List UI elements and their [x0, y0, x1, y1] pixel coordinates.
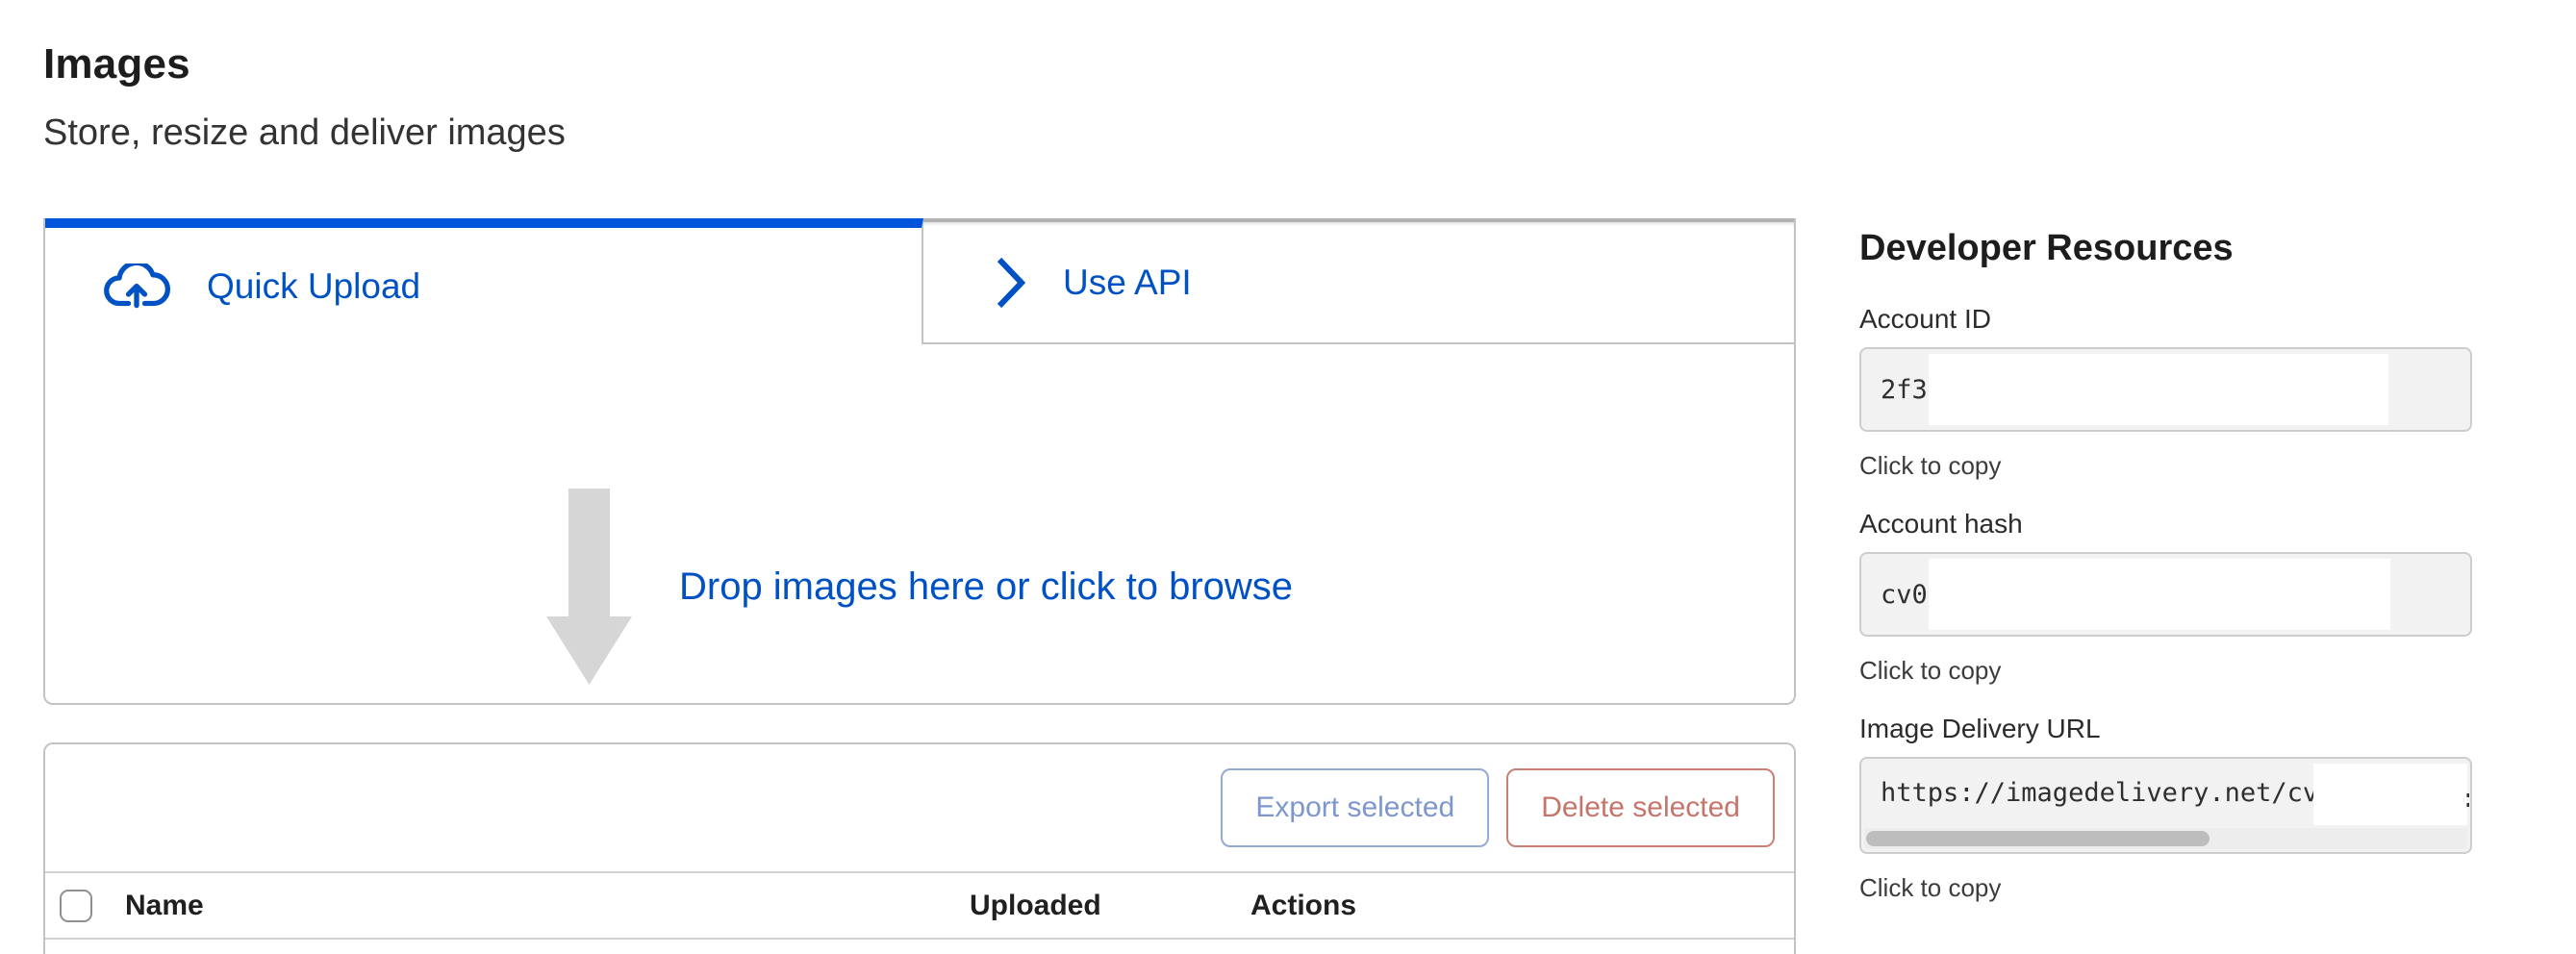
- tab-quick-upload-label: Quick Upload: [207, 266, 420, 307]
- page-title: Images: [43, 40, 190, 88]
- tab-use-api-label: Use API: [1063, 263, 1192, 303]
- horizontal-scrollbar-thumb[interactable]: [1866, 831, 2210, 846]
- image-delivery-url-value: https://imagedelivery.net/cv0JSj: [1881, 778, 2381, 808]
- account-hash-field: Account hash cv0J Click to copy: [1859, 509, 2472, 685]
- arrow-down-icon: [546, 489, 633, 686]
- column-header-name: Name: [125, 890, 970, 922]
- export-selected-button[interactable]: Export selected: [1221, 768, 1489, 847]
- image-delivery-url-label: Image Delivery URL: [1859, 714, 2472, 744]
- page-subtitle: Store, resize and deliver images: [43, 112, 566, 154]
- upload-tab-bar: Quick Upload Use API: [45, 218, 1794, 344]
- image-list-card: Export selected Delete selected Name Upl…: [43, 742, 1796, 954]
- column-header-uploaded: Uploaded: [970, 890, 1250, 922]
- click-to-copy-hint: Click to copy: [1859, 451, 2472, 480]
- cloud-upload-icon: [103, 264, 170, 309]
- tab-use-api[interactable]: Use API: [923, 218, 1794, 344]
- column-header-actions: Actions: [1250, 890, 1794, 922]
- account-hash-value-box[interactable]: cv0J: [1859, 552, 2472, 637]
- image-delivery-url-field: Image Delivery URL https://imagedelivery…: [1859, 714, 2472, 902]
- account-id-value-box[interactable]: 2f3d: [1859, 347, 2472, 432]
- chevron-right-icon: [996, 256, 1026, 310]
- redaction-overlay: [1929, 354, 2388, 425]
- upload-card: Quick Upload Use API Drop images here or…: [43, 218, 1796, 705]
- dropzone-label: Drop images here or click to browse: [679, 565, 1293, 609]
- click-to-copy-hint: Click to copy: [1859, 656, 2472, 685]
- account-id-label: Account ID: [1859, 304, 2472, 335]
- account-id-field: Account ID 2f3d Click to copy: [1859, 304, 2472, 480]
- table-header-row: Name Uploaded Actions: [45, 873, 1794, 940]
- select-all-checkbox[interactable]: [60, 890, 92, 922]
- account-hash-label: Account hash: [1859, 509, 2472, 540]
- image-delivery-url-value-box[interactable]: https://imagedelivery.net/cv0JSj :: [1859, 757, 2472, 854]
- tab-quick-upload[interactable]: Quick Upload: [45, 218, 923, 344]
- redaction-overlay: [1929, 559, 2390, 630]
- click-to-copy-hint: Click to copy: [1859, 873, 2472, 902]
- developer-resources-panel: Developer Resources Account ID 2f3d Clic…: [1859, 227, 2472, 931]
- horizontal-scrollbar: [1864, 828, 2467, 849]
- redaction-overlay: [2313, 764, 2467, 825]
- list-toolbar: Export selected Delete selected: [45, 744, 1794, 873]
- dropzone[interactable]: Drop images here or click to browse: [45, 344, 1794, 705]
- images-page: Images Store, resize and deliver images …: [0, 0, 2576, 954]
- redacted-character-fragment: :: [2461, 784, 2469, 814]
- delete-selected-button[interactable]: Delete selected: [1506, 768, 1775, 847]
- developer-resources-title: Developer Resources: [1859, 227, 2472, 269]
